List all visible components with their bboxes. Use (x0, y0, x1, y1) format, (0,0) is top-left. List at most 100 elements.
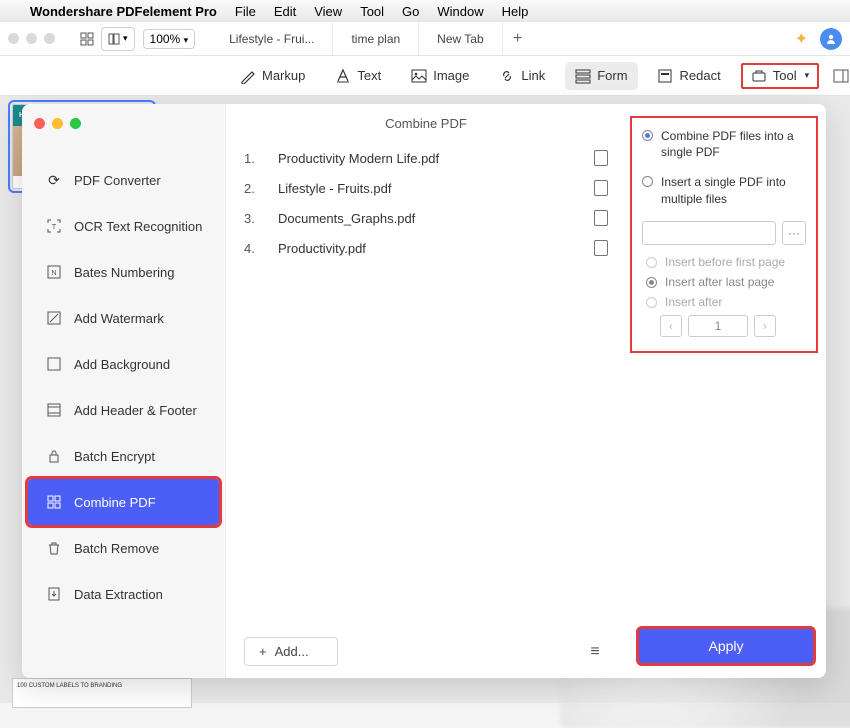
apply-button[interactable]: Apply (638, 628, 814, 664)
layout-dropdown[interactable]: ▾ (101, 27, 135, 51)
tab-lifestyle[interactable]: Lifestyle - Frui... (211, 22, 333, 55)
menu-tool[interactable]: Tool (360, 4, 384, 19)
second-doc-thumbnail[interactable]: 100 CUSTOM LABELS TO BRANDING (12, 678, 192, 708)
form-icon (575, 68, 591, 84)
file-list-area: Combine PDF 1.Productivity Modern Life.p… (226, 104, 626, 678)
panel-title: Combine PDF (226, 104, 626, 143)
document-icon (594, 150, 608, 166)
radio-icon (646, 297, 657, 308)
ribbon-redact[interactable]: Redact (648, 62, 731, 90)
tab-new[interactable]: New Tab (419, 22, 502, 55)
lock-icon (46, 448, 62, 464)
minimize-window-icon[interactable] (26, 33, 37, 44)
document-area: How to Plan your Time Effectively 100 CU… (0, 96, 850, 703)
combine-icon (46, 494, 62, 510)
ribbon-tool[interactable]: Tool▾ (741, 63, 819, 89)
ribbon-markup[interactable]: Markup (230, 62, 315, 90)
step-down-button[interactable]: ‹ (660, 315, 682, 337)
option-combine[interactable]: Combine PDF files into a single PDF (642, 128, 806, 160)
ribbon-text[interactable]: Text (325, 62, 391, 90)
menu-window[interactable]: Window (437, 4, 483, 19)
sidebar-item-combine-pdf[interactable]: Combine PDF (28, 479, 219, 525)
user-avatar[interactable] (820, 28, 842, 50)
new-tab-button[interactable]: + (503, 30, 533, 48)
option-insert-before[interactable]: Insert before first page (646, 255, 806, 269)
radio-icon (646, 277, 657, 288)
step-up-button[interactable]: › (754, 315, 776, 337)
plus-icon: + (259, 644, 267, 659)
tab-time-plan[interactable]: time plan (333, 22, 419, 55)
watermark-icon (46, 310, 62, 326)
numbering-icon: N (46, 264, 62, 280)
sidebar-item-data-extraction[interactable]: Data Extraction (22, 571, 225, 617)
sidebar-item-bates[interactable]: NBates Numbering (22, 249, 225, 295)
file-row[interactable]: 4.Productivity.pdf (244, 233, 608, 263)
sidebar-item-background[interactable]: Add Background (22, 341, 225, 387)
menu-file[interactable]: File (235, 4, 256, 19)
menu-go[interactable]: Go (402, 4, 419, 19)
ribbon-link[interactable]: Link (489, 62, 555, 90)
options-box: Combine PDF files into a single PDF Inse… (630, 116, 818, 353)
menu-view[interactable]: View (314, 4, 342, 19)
option-insert-after[interactable]: Insert after (646, 295, 806, 309)
document-icon (594, 180, 608, 196)
trash-icon (46, 540, 62, 556)
ribbon-image[interactable]: Image (401, 62, 479, 90)
file-row[interactable]: 1.Productivity Modern Life.pdf (244, 143, 608, 173)
svg-text:T: T (52, 224, 57, 231)
maximize-window-icon[interactable] (44, 33, 55, 44)
svg-text:N: N (51, 270, 56, 277)
file-row[interactable]: 2.Lifestyle - Fruits.pdf (244, 173, 608, 203)
header-footer-icon (46, 402, 62, 418)
sidebar-item-batch-encrypt[interactable]: Batch Encrypt (22, 433, 225, 479)
minimize-icon[interactable] (52, 118, 63, 129)
sidebar-item-header-footer[interactable]: Add Header & Footer (22, 387, 225, 433)
tool-icon (751, 68, 767, 84)
text-icon (335, 68, 351, 84)
traffic-lights (8, 33, 55, 44)
sidebar-item-ocr[interactable]: TOCR Text Recognition (22, 203, 225, 249)
ribbon-form[interactable]: Form (565, 62, 637, 90)
markup-icon (240, 68, 256, 84)
link-icon (499, 68, 515, 84)
add-file-button[interactable]: +Add... (244, 637, 338, 666)
zoom-icon[interactable] (70, 118, 81, 129)
mac-menubar: Wondershare PDFelement Pro File Edit Vie… (0, 0, 850, 22)
radio-checked-icon (642, 130, 653, 141)
refresh-icon: ⟳ (46, 172, 62, 188)
close-icon[interactable] (34, 118, 45, 129)
insert-file-input[interactable] (642, 221, 776, 245)
options-pane: Combine PDF files into a single PDF Inse… (626, 104, 826, 678)
tool-sidebar: ⟳PDF Converter TOCR Text Recognition NBa… (22, 104, 226, 678)
extract-icon (46, 586, 62, 602)
radio-icon (646, 257, 657, 268)
image-icon (411, 68, 427, 84)
close-window-icon[interactable] (8, 33, 19, 44)
radio-icon (642, 176, 653, 187)
tool-panel: ⟳PDF Converter TOCR Text Recognition NBa… (22, 104, 826, 678)
option-insert[interactable]: Insert a single PDF into multiple files (642, 174, 806, 206)
sidebar-item-pdf-converter[interactable]: ⟳PDF Converter (22, 157, 225, 203)
option-insert-after-last[interactable]: Insert after last page (646, 275, 806, 289)
redact-icon (658, 68, 674, 84)
bulb-icon[interactable]: ✦ (795, 29, 808, 49)
background-icon (46, 356, 62, 372)
zoom-select[interactable]: 100% ▾ (143, 29, 196, 49)
page-stepper: ‹ › (660, 315, 806, 337)
menu-edit[interactable]: Edit (274, 4, 296, 19)
thumbnail-view-icon[interactable] (75, 27, 99, 51)
ocr-icon: T (46, 218, 62, 234)
document-icon (594, 240, 608, 256)
document-icon (594, 210, 608, 226)
sidebar-item-watermark[interactable]: Add Watermark (22, 295, 225, 341)
file-row[interactable]: 3.Documents_Graphs.pdf (244, 203, 608, 233)
list-options-icon[interactable]: ≡ (582, 639, 608, 665)
browse-button[interactable]: ··· (782, 221, 806, 245)
panel-toggle-icon[interactable] (829, 64, 850, 88)
menubar-app-name[interactable]: Wondershare PDFelement Pro (30, 4, 217, 19)
page-number-input[interactable] (688, 315, 748, 337)
window-toolbar: ▾ 100% ▾ Lifestyle - Frui... time plan N… (0, 22, 850, 56)
sidebar-item-batch-remove[interactable]: Batch Remove (22, 525, 225, 571)
tabs-bar: Lifestyle - Frui... time plan New Tab + … (211, 22, 842, 55)
menu-help[interactable]: Help (502, 4, 529, 19)
